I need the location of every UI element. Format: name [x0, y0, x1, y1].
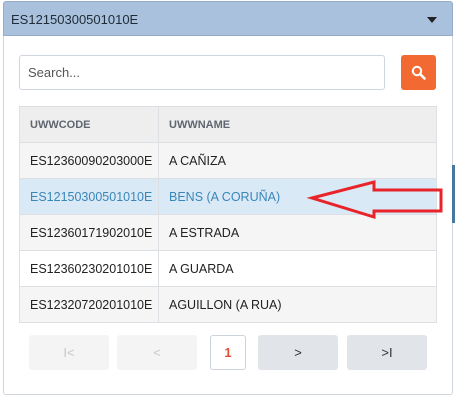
search-button[interactable] [401, 55, 436, 90]
cell-uwwcode: ES12150300501010E [19, 178, 159, 215]
table-row[interactable]: ES12320720201010E AGUILLON (A RUA) [19, 286, 437, 323]
scroll-edge-indicator [452, 165, 455, 223]
table-row[interactable]: ES12360171902010E A ESTRADA [19, 214, 437, 251]
current-page-button[interactable]: 1 [210, 335, 246, 370]
cell-uwwcode: ES12360230201010E [19, 250, 159, 287]
cell-uwwname: A ESTRADA [158, 214, 437, 251]
cell-uwwcode: ES12360090203000E [19, 142, 159, 179]
table-row-selected[interactable]: ES12150300501010E BENS (A CORUÑA) [19, 178, 437, 215]
cell-uwwcode: ES12320720201010E [19, 286, 159, 323]
first-page-button[interactable]: I< [29, 335, 109, 370]
prev-page-button[interactable]: < [117, 335, 197, 370]
cell-uwwcode: ES12360171902010E [19, 214, 159, 251]
column-header-uwwcode[interactable]: UWWCODE [19, 106, 159, 143]
results-table: UWWCODE UWWNAME ES12360090203000E A CAÑI… [19, 106, 437, 323]
uww-select[interactable]: ES12150300501010E [3, 1, 453, 36]
table-header-row: UWWCODE UWWNAME [19, 106, 437, 143]
select-value: ES12150300501010E [11, 12, 139, 27]
search-input[interactable] [19, 55, 385, 90]
column-header-uwwname[interactable]: UWWNAME [158, 106, 437, 143]
magnifier-icon [411, 65, 426, 80]
cell-uwwname: A GUARDA [158, 250, 437, 287]
cell-uwwname: A CAÑIZA [158, 142, 437, 179]
cell-uwwname: AGUILLON (A RUA) [158, 286, 437, 323]
table-row[interactable]: ES12360230201010E A GUARDA [19, 250, 437, 287]
cell-uwwname: BENS (A CORUÑA) [158, 178, 437, 215]
last-page-button[interactable]: >I [347, 335, 427, 370]
table-row[interactable]: ES12360090203000E A CAÑIZA [19, 142, 437, 179]
caret-down-icon[interactable] [427, 17, 437, 23]
next-page-button[interactable]: > [258, 335, 338, 370]
